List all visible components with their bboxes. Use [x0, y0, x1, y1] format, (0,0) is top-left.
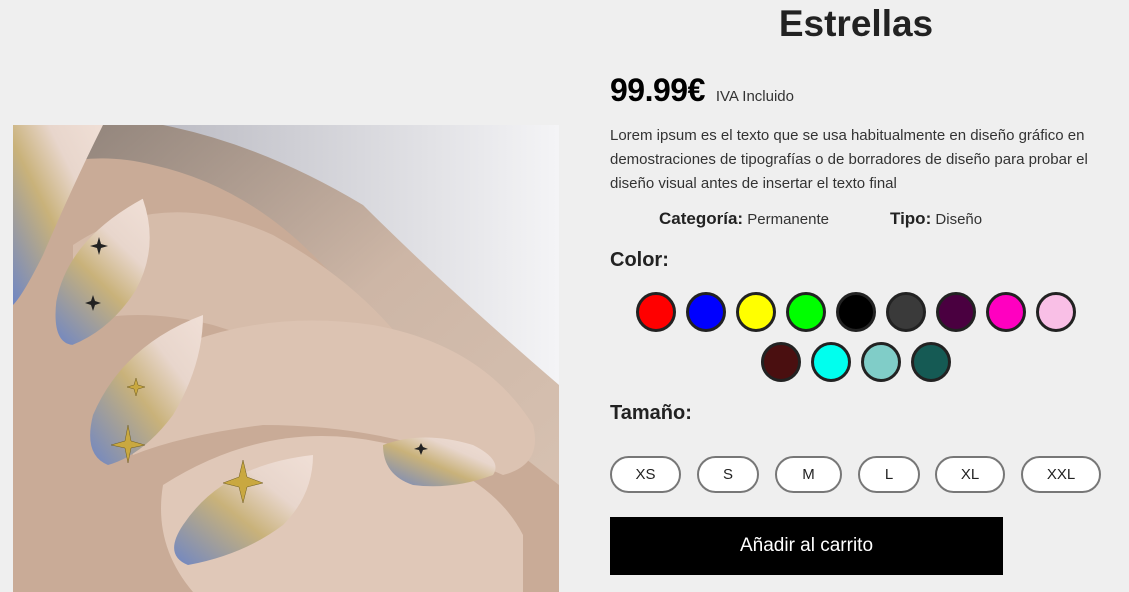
product-title: Estrellas — [778, 3, 934, 44]
category-value: Permanente — [747, 211, 829, 228]
color-swatch-magenta[interactable] — [986, 292, 1026, 332]
tax-note: IVA Incluido — [715, 88, 794, 105]
size-button-m[interactable]: M — [775, 456, 842, 493]
product-image — [13, 125, 559, 592]
color-swatch-teal-light[interactable] — [861, 342, 901, 382]
color-swatch-light-pink[interactable] — [1036, 292, 1076, 332]
add-to-cart-button[interactable]: Añadir al carrito — [610, 517, 1003, 575]
size-label: Tamaño: — [610, 402, 692, 424]
color-swatch-red[interactable] — [636, 292, 676, 332]
product-price: 99.99€ — [610, 72, 705, 108]
type-value: Diseño — [935, 211, 983, 228]
category-info: Categoría: Permanente — [659, 209, 829, 229]
type-info: Tipo: Diseño — [890, 209, 982, 229]
color-swatch-cyan[interactable] — [811, 342, 851, 382]
color-swatch-maroon[interactable] — [761, 342, 801, 382]
price-row: 99.99€ IVA Incluido — [610, 72, 794, 109]
color-swatch-blue[interactable] — [686, 292, 726, 332]
type-label: Tipo: — [890, 209, 932, 228]
product-description: Lorem ipsum es el texto que se usa habit… — [610, 127, 1088, 192]
color-label: Color: — [610, 249, 669, 271]
category-label: Categoría: — [659, 209, 744, 228]
color-swatch-black[interactable] — [836, 292, 876, 332]
product-page: Estrellas 99.99€ IVA Incluido Lorem ipsu… — [0, 0, 1129, 592]
color-swatch-green[interactable] — [786, 292, 826, 332]
color-swatch-plum[interactable] — [936, 292, 976, 332]
color-swatch-yellow[interactable] — [736, 292, 776, 332]
size-button-s[interactable]: S — [697, 456, 759, 493]
size-button-xl[interactable]: XL — [935, 456, 1005, 493]
size-button-xxl[interactable]: XXL — [1021, 456, 1101, 493]
color-swatch-dark-gray[interactable] — [886, 292, 926, 332]
color-swatch-teal-dark[interactable] — [911, 342, 951, 382]
size-button-l[interactable]: L — [858, 456, 920, 493]
size-button-xs[interactable]: XS — [610, 456, 681, 493]
